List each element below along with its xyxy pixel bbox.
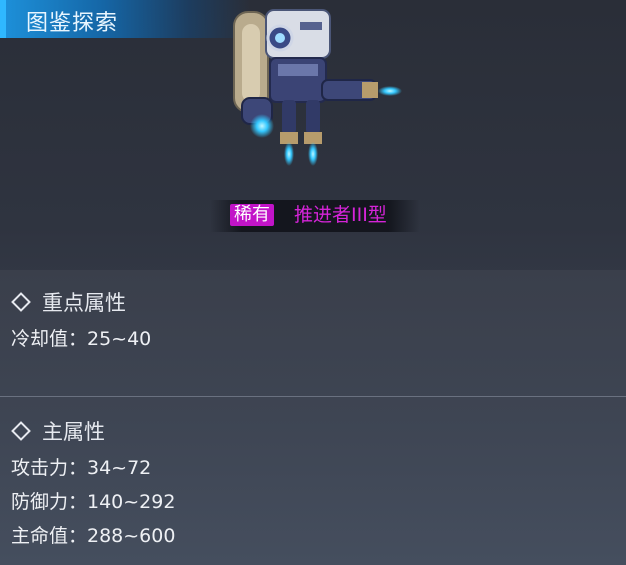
stat-row: 主命值：288~600 [11,525,176,547]
stat-row: 防御力：140~292 [11,491,176,513]
section-title-text: 重点属性 [42,291,126,315]
section-title-main-attributes: 主属性 [11,416,105,446]
header-tab: 图鉴探索 [0,0,250,38]
stat-row: 冷却值：25~40 [11,328,152,350]
robot-illustration [233,9,402,166]
stat-row: 攻击力：34~72 [11,457,152,479]
rarity-badge: 稀有 [230,204,274,226]
diamond-icon [11,292,31,312]
item-name: 推进者III型 [294,204,387,226]
section-divider [0,396,626,397]
diamond-icon [11,421,31,441]
item-rarity-row: 稀有 推进者III型 [210,200,420,232]
section-title-key-attributes: 重点属性 [11,287,126,317]
section-title-text: 主属性 [42,420,105,444]
page-title: 图鉴探索 [26,11,119,36]
